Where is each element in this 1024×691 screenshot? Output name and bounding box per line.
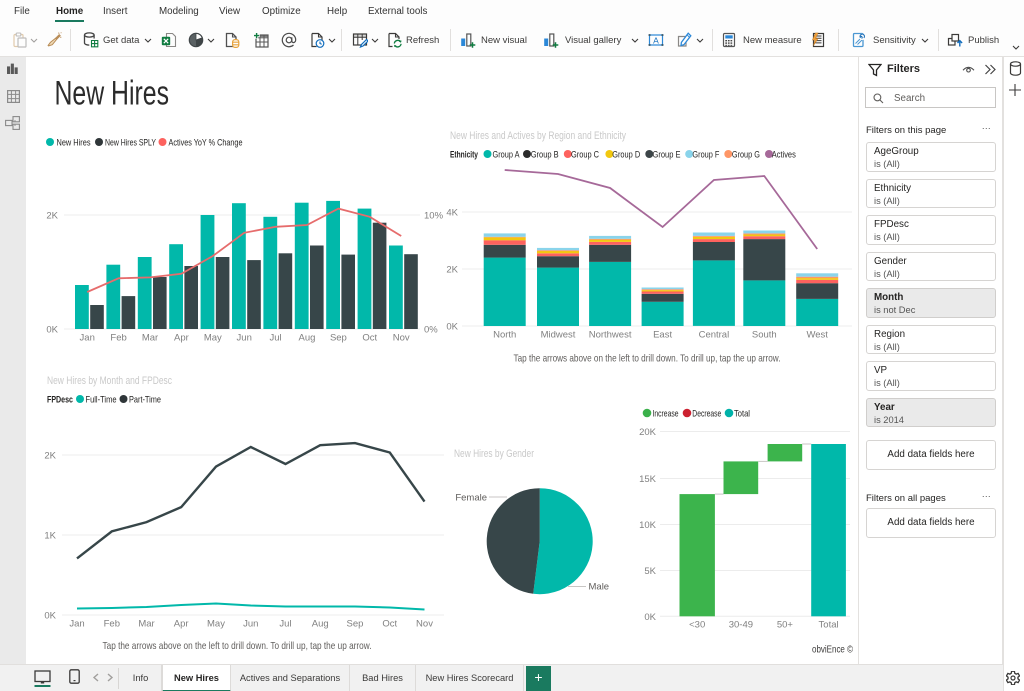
svg-text:4K: 4K <box>446 208 458 219</box>
svg-text:A: A <box>653 35 659 45</box>
svg-text:Feb: Feb <box>110 333 126 344</box>
svg-text:Tap the arrows above on the le: Tap the arrows above on the left to dril… <box>514 353 781 365</box>
svg-text:Midwest: Midwest <box>541 330 576 341</box>
svg-text:Total: Total <box>734 409 750 420</box>
svg-text:10K: 10K <box>639 520 657 531</box>
svg-text:New Hires: New Hires <box>55 75 170 113</box>
svg-text:Actives YoY % Change: Actives YoY % Change <box>169 138 243 149</box>
svg-text:Ethnicity: Ethnicity <box>450 150 478 161</box>
svg-text:obviEnce ©: obviEnce © <box>812 645 853 656</box>
svg-text:30-49: 30-49 <box>729 620 753 631</box>
svg-text:Jul: Jul <box>270 333 282 344</box>
svg-text:Group C: Group C <box>571 150 599 161</box>
svg-text:North: North <box>493 330 516 341</box>
svg-text:Tap the arrows above on the le: Tap the arrows above on the left to dril… <box>103 640 372 652</box>
svg-text:New Hires by Month and FPDesc: New Hires by Month and FPDesc <box>47 375 172 387</box>
svg-text:Part-Time: Part-Time <box>129 395 161 406</box>
svg-text:Nov: Nov <box>416 619 433 630</box>
svg-text:15K: 15K <box>639 474 657 485</box>
svg-text:Oct: Oct <box>382 619 397 630</box>
svg-text:Male: Male <box>589 582 610 593</box>
svg-text:2K: 2K <box>44 451 56 462</box>
svg-text:Mar: Mar <box>138 619 154 630</box>
svg-text:Increase: Increase <box>653 409 679 420</box>
svg-text:New Hires by Gender: New Hires by Gender <box>454 448 534 460</box>
svg-text:0K: 0K <box>644 612 656 623</box>
svg-text:May: May <box>207 619 225 630</box>
svg-text:0K: 0K <box>44 611 56 622</box>
svg-text:East: East <box>653 330 672 341</box>
svg-text:Nov: Nov <box>393 333 410 344</box>
svg-text:Group B: Group B <box>531 150 559 161</box>
svg-text:Actives: Actives <box>772 150 796 161</box>
svg-text:Aug: Aug <box>299 333 316 344</box>
svg-text:20K: 20K <box>639 427 657 438</box>
svg-text:New Hires SPLY: New Hires SPLY <box>105 138 156 149</box>
svg-text:<30: <30 <box>689 620 705 631</box>
svg-text:10%: 10% <box>424 211 444 222</box>
svg-text:Female: Female <box>455 493 487 504</box>
svg-text:Group A: Group A <box>493 150 521 161</box>
svg-text:Total: Total <box>819 620 839 631</box>
svg-text:Jun: Jun <box>237 333 252 344</box>
svg-text:0K: 0K <box>446 322 458 333</box>
svg-text:Feb: Feb <box>104 619 120 630</box>
svg-text:Mar: Mar <box>142 333 158 344</box>
svg-text:50+: 50+ <box>777 620 794 631</box>
svg-text:5K: 5K <box>644 566 656 577</box>
svg-text:0K: 0K <box>46 325 58 336</box>
svg-text:Decrease: Decrease <box>692 409 721 420</box>
svg-text:Oct: Oct <box>362 333 377 344</box>
svg-text:Apr: Apr <box>174 619 189 630</box>
svg-text:Jan: Jan <box>69 619 84 630</box>
svg-text:Group F: Group F <box>692 150 719 161</box>
svg-text:Aug: Aug <box>312 619 329 630</box>
svg-text:Sep: Sep <box>330 333 347 344</box>
svg-text:Group G: Group G <box>732 150 760 161</box>
svg-text:2K: 2K <box>46 211 58 222</box>
svg-text:Central: Central <box>699 330 730 341</box>
svg-text:New Hires: New Hires <box>57 138 91 149</box>
svg-text:Group D: Group D <box>612 150 640 161</box>
svg-text:Northwest: Northwest <box>589 330 632 341</box>
svg-text:Jul: Jul <box>279 619 291 630</box>
svg-text:1K: 1K <box>44 531 56 542</box>
svg-text:Group E: Group E <box>653 150 681 161</box>
svg-text:Apr: Apr <box>174 333 189 344</box>
svg-text:FPDesc: FPDesc <box>47 395 73 406</box>
svg-text:New Hires and Actives by Regio: New Hires and Actives by Region and Ethn… <box>450 130 626 142</box>
svg-text:0%: 0% <box>424 325 438 336</box>
svg-text:West: West <box>806 330 828 341</box>
svg-text:Sep: Sep <box>347 619 364 630</box>
svg-text:South: South <box>752 330 777 341</box>
svg-text:Full-Time: Full-Time <box>86 395 117 406</box>
svg-text:Jun: Jun <box>243 619 258 630</box>
svg-text:May: May <box>204 333 222 344</box>
svg-text:Jan: Jan <box>80 333 95 344</box>
svg-text:2K: 2K <box>446 265 458 276</box>
